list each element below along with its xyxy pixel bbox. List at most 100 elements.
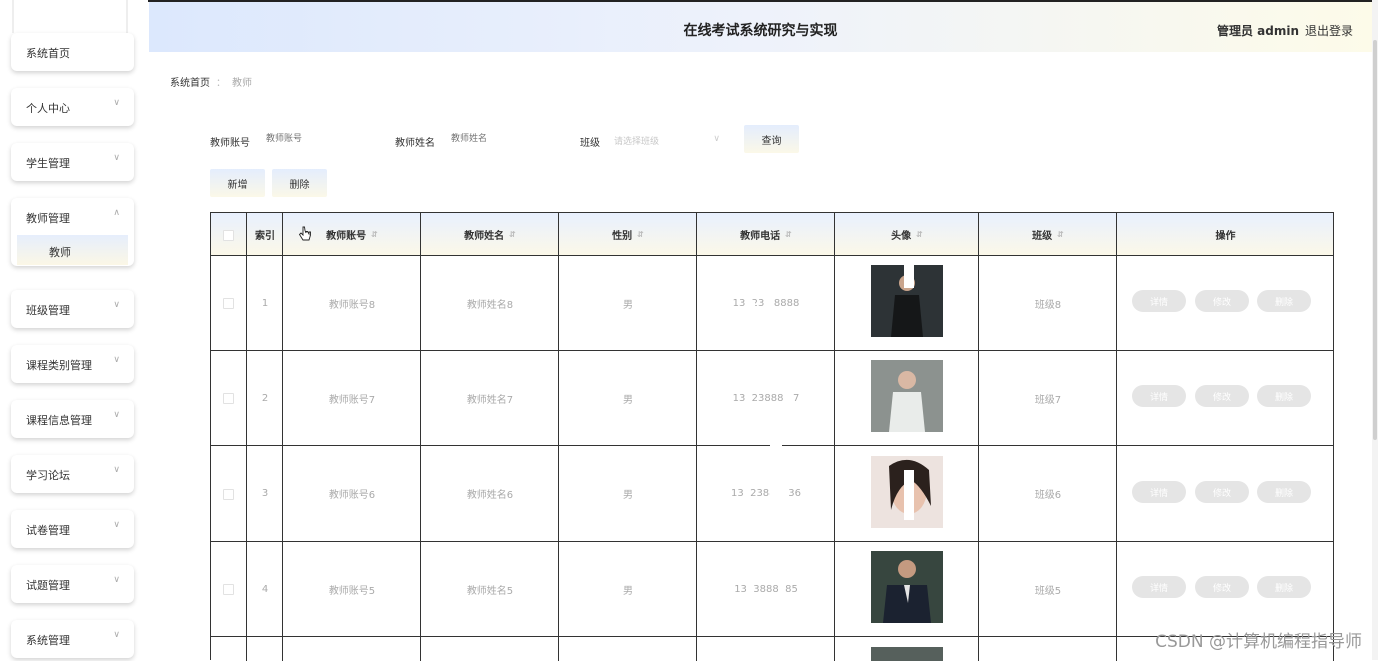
cell-class: 班级7	[1034, 395, 1062, 406]
sidebar-item-students[interactable]: 学生管理 ∨	[11, 143, 134, 181]
breadcrumb: 系统首页 ： 教师	[170, 74, 252, 89]
query-button[interactable]: 查询	[744, 125, 799, 153]
chevron-down-icon: ∨	[113, 300, 120, 310]
chevron-down-icon: ∨	[113, 520, 120, 530]
sort-icon[interactable]: ⇵	[785, 230, 792, 239]
delete-row-button[interactable]: 删除	[1257, 290, 1311, 312]
glitch-artifact	[745, 300, 755, 340]
delete-row-button[interactable]: 删除	[1257, 481, 1311, 503]
current-user: 管理员 admin	[1216, 24, 1299, 38]
column-header-class[interactable]: 班级 ⇵	[979, 213, 1117, 256]
sort-icon[interactable]: ⇵	[637, 230, 644, 239]
sidebar-item-label: 班级管理	[26, 304, 70, 317]
column-header-name[interactable]: 教师姓名 ⇵	[421, 213, 559, 256]
page-scrollbar[interactable]	[1372, 0, 1378, 660]
cell-index: 2	[261, 393, 269, 404]
detail-button[interactable]: 详情	[1132, 576, 1186, 598]
chevron-down-icon: ∨	[113, 98, 120, 108]
glitch-artifact	[904, 258, 914, 288]
row-checkbox[interactable]	[223, 584, 234, 595]
sidebar-item-system[interactable]: 系统管理 ∨	[11, 620, 134, 658]
sort-icon[interactable]: ⇵	[509, 230, 516, 239]
sidebar-item-home[interactable]: 系统首页	[11, 33, 134, 71]
sidebar-rail	[126, 0, 128, 33]
breadcrumb-home[interactable]: 系统首页	[170, 78, 210, 89]
sidebar-rail	[12, 0, 14, 33]
column-header-label: 头像	[891, 231, 912, 242]
sidebar-item-label: 课程类别管理	[26, 359, 92, 372]
cell-gender: 男	[623, 395, 633, 406]
top-header: 在线考试系统研究与实现 管理员 admin 退出登录	[149, 2, 1372, 52]
watermark: CSDN @计算机编程指导师	[1155, 632, 1362, 652]
logout-link[interactable]: 退出登录	[1305, 22, 1353, 39]
edit-button[interactable]: 修改	[1195, 385, 1249, 407]
sort-icon[interactable]: ⇵	[916, 230, 923, 239]
select-all-checkbox[interactable]	[223, 230, 234, 241]
chevron-down-icon: ∨	[113, 630, 120, 640]
column-header-label: 索引	[255, 231, 275, 242]
avatar-image	[871, 551, 943, 623]
sidebar-item-label: 系统首页	[26, 47, 70, 60]
chevron-down-icon: ∨	[113, 465, 120, 475]
detail-button[interactable]: 详情	[1132, 481, 1186, 503]
breadcrumb-separator: ：	[216, 78, 226, 89]
edit-button[interactable]: 修改	[1195, 481, 1249, 503]
column-header-phone[interactable]: 教师电话 ⇵	[697, 213, 835, 256]
chevron-up-icon: ∧	[113, 208, 120, 218]
column-header-label: 班级	[1032, 231, 1053, 242]
cell-class: 班级8	[1034, 300, 1062, 311]
sidebar-item-label: 系统管理	[26, 634, 70, 647]
cell-name: 教师姓名6	[466, 490, 514, 501]
grid-line	[1333, 213, 1334, 661]
account-input[interactable]	[266, 128, 376, 150]
sidebar-subitem-teacher[interactable]: 教师	[17, 235, 128, 265]
glitch-artifact	[904, 470, 914, 520]
column-header-avatar[interactable]: 头像 ⇵	[835, 213, 979, 256]
delete-row-button[interactable]: 删除	[1257, 576, 1311, 598]
cell-phone: 13 23 8888	[732, 298, 800, 309]
sidebar-item-profile[interactable]: 个人中心 ∨	[11, 88, 134, 126]
glitch-artifact	[770, 440, 782, 500]
column-header-label: 操作	[1215, 231, 1236, 242]
sidebar-item-teachers[interactable]: 教师管理 ∧ 教师	[11, 198, 134, 266]
sort-icon[interactable]: ⇵	[371, 230, 378, 239]
sidebar-item-course-info[interactable]: 课程信息管理 ∨	[11, 400, 134, 438]
cell-class: 班级6	[1034, 490, 1062, 501]
sidebar-item-label: 试题管理	[26, 579, 70, 592]
delete-button[interactable]: 删除	[272, 169, 327, 197]
column-header-label: 教师电话	[740, 231, 781, 242]
sidebar-item-forum[interactable]: 学习论坛 ∨	[11, 455, 134, 493]
sidebar-item-papers[interactable]: 试卷管理 ∨	[11, 510, 134, 548]
avatar-image	[871, 360, 943, 432]
cell-gender: 男	[623, 300, 633, 311]
sidebar-item-course-categories[interactable]: 课程类别管理 ∨	[11, 345, 134, 383]
row-checkbox[interactable]	[223, 298, 234, 309]
sort-icon[interactable]: ⇵	[1057, 230, 1064, 239]
sidebar: 系统首页 个人中心 ∨ 学生管理 ∨ 教师管理 ∧ 教师 班级管理 ∨ 课程类别…	[0, 0, 148, 660]
row-checkbox[interactable]	[223, 393, 234, 404]
class-label: 班级	[580, 138, 600, 149]
row-checkbox[interactable]	[223, 489, 234, 500]
cell-account: 教师账号5	[328, 586, 376, 597]
column-header-gender[interactable]: 性别 ⇵	[559, 213, 697, 256]
account-label: 教师账号	[210, 138, 250, 149]
cell-name: 教师姓名8	[466, 300, 514, 311]
class-select[interactable]: 请选择班级 ∨	[614, 134, 724, 147]
add-button[interactable]: 新增	[210, 169, 265, 197]
edit-button[interactable]: 修改	[1195, 576, 1249, 598]
sidebar-item-label: 学生管理	[26, 157, 70, 170]
detail-button[interactable]: 详情	[1132, 385, 1186, 407]
detail-button[interactable]: 详情	[1132, 290, 1186, 312]
chevron-down-icon: ∨	[113, 575, 120, 585]
chevron-down-icon: ∨	[113, 410, 120, 420]
cell-account: 教师账号7	[328, 395, 376, 406]
sidebar-item-questions[interactable]: 试题管理 ∨	[11, 565, 134, 603]
sidebar-subitem-label: 教师	[49, 246, 71, 259]
cell-phone: 13 23888 36	[731, 488, 801, 499]
delete-row-button[interactable]: 删除	[1257, 385, 1311, 407]
name-input[interactable]	[451, 128, 561, 150]
edit-button[interactable]: 修改	[1195, 290, 1249, 312]
sidebar-item-classes[interactable]: 班级管理 ∨	[11, 290, 134, 328]
name-label: 教师姓名	[395, 138, 435, 149]
scrollbar-thumb[interactable]	[1373, 40, 1377, 440]
